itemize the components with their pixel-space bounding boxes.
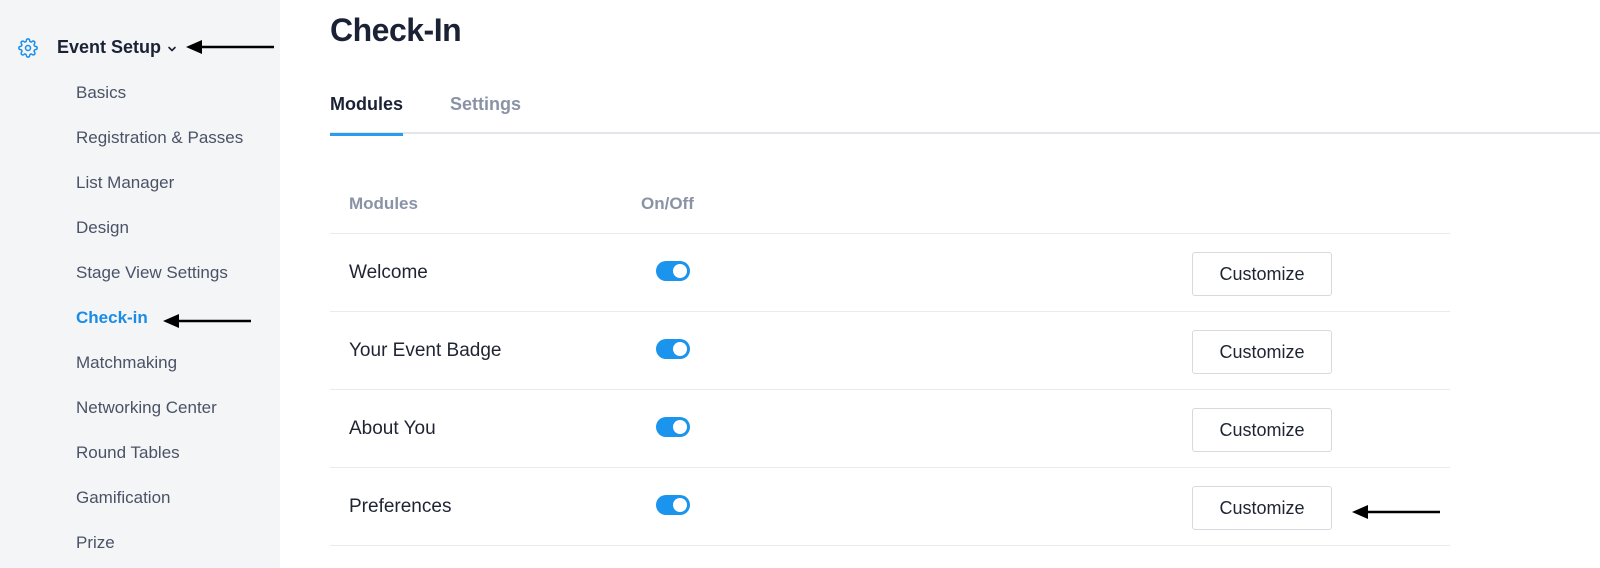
main-content: Check-In Modules Settings Modules On/Off… <box>330 0 1600 568</box>
chevron-down-icon <box>168 46 176 51</box>
toggle-knob <box>673 264 687 278</box>
annotation-arrow-icon <box>163 314 251 328</box>
sidebar-item-registration-passes[interactable]: Registration & Passes <box>76 128 243 148</box>
sidebar-item-prize[interactable]: Prize <box>76 533 115 553</box>
module-toggle[interactable] <box>656 417 690 437</box>
sidebar-item-list-manager[interactable]: List Manager <box>76 173 174 193</box>
sidebar: Event Setup Basics Registration & Passes… <box>0 0 280 568</box>
customize-button[interactable]: Customize <box>1192 408 1332 452</box>
modules-table: Modules On/Off Welcome Customize Your Ev… <box>330 180 1450 546</box>
table-row: Welcome Customize <box>330 234 1450 312</box>
customize-button[interactable]: Customize <box>1192 252 1332 296</box>
toggle-knob <box>673 420 687 434</box>
module-name: Your Event Badge <box>349 340 502 361</box>
table-row: Preferences Customize <box>330 468 1450 546</box>
sidebar-item-matchmaking[interactable]: Matchmaking <box>76 353 177 373</box>
table-header: Modules On/Off <box>330 180 1450 234</box>
sidebar-item-basics[interactable]: Basics <box>76 83 126 103</box>
annotation-arrow-icon <box>1352 505 1440 519</box>
tab-bar: Modules Settings <box>330 86 1600 136</box>
toggle-knob <box>673 342 687 356</box>
sidebar-item-gamification[interactable]: Gamification <box>76 488 170 508</box>
sidebar-item-check-in[interactable]: Check-in <box>76 308 148 328</box>
sidebar-item-design[interactable]: Design <box>76 218 129 238</box>
section-header <box>18 36 38 60</box>
section-title: Event Setup <box>57 37 162 57</box>
annotation-arrow-icon <box>186 40 274 54</box>
column-header-onoff: On/Off <box>641 194 694 213</box>
customize-button[interactable]: Customize <box>1192 486 1332 530</box>
event-setup-toggle[interactable]: Event Setup <box>57 37 177 58</box>
module-name: About You <box>349 418 436 439</box>
sidebar-item-round-tables[interactable]: Round Tables <box>76 443 180 463</box>
module-toggle[interactable] <box>656 261 690 281</box>
module-name: Welcome <box>349 262 428 283</box>
customize-button[interactable]: Customize <box>1192 330 1332 374</box>
app-window: Event Setup Basics Registration & Passes… <box>0 0 1600 568</box>
sidebar-item-stage-view-settings[interactable]: Stage View Settings <box>76 263 228 283</box>
column-header-modules: Modules <box>349 194 418 213</box>
table-row: About You Customize <box>330 390 1450 468</box>
module-name: Preferences <box>349 496 452 517</box>
sidebar-item-networking-center[interactable]: Networking Center <box>76 398 217 418</box>
tab-settings[interactable]: Settings <box>450 94 521 133</box>
gear-icon <box>18 38 38 58</box>
page-title: Check-In <box>330 12 462 48</box>
table-row: Your Event Badge Customize <box>330 312 1450 390</box>
module-toggle[interactable] <box>656 339 690 359</box>
module-toggle[interactable] <box>656 495 690 515</box>
tab-modules[interactable]: Modules <box>330 94 404 136</box>
toggle-knob <box>673 498 687 512</box>
